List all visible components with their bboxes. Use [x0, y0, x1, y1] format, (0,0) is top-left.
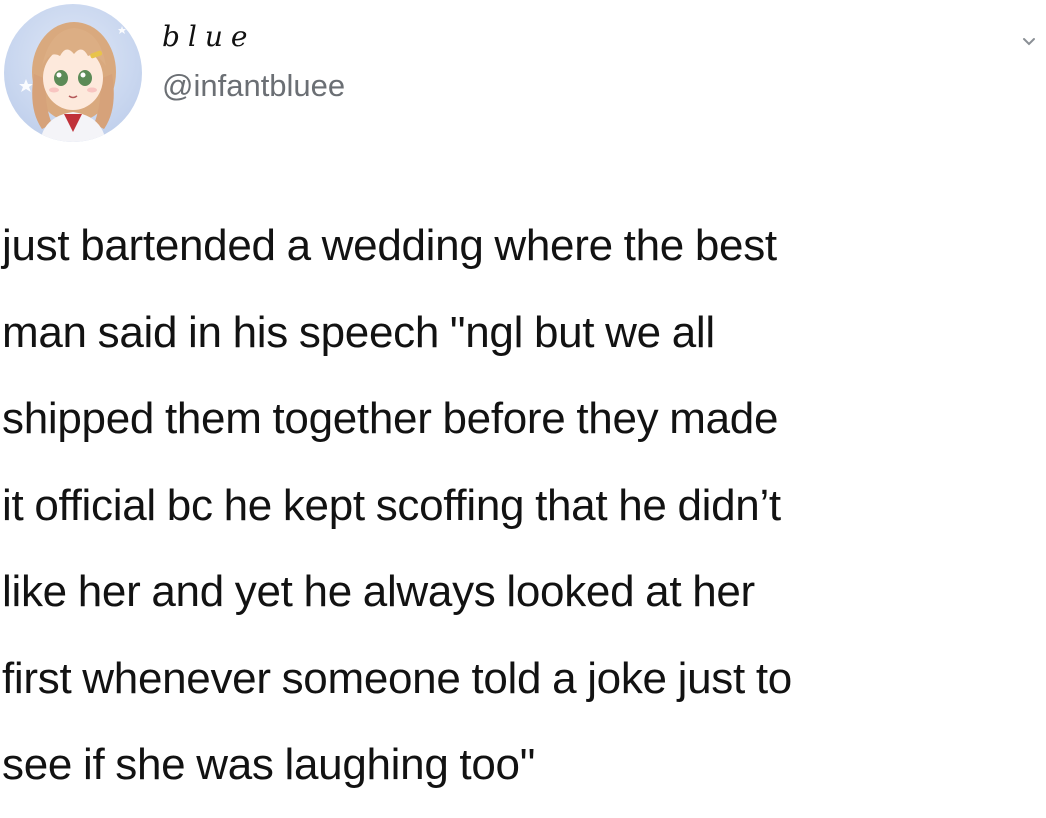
avatar[interactable]	[4, 4, 142, 142]
tweet-header: blue @infantbluee	[4, 4, 1044, 144]
display-name[interactable]: blue	[162, 20, 345, 54]
anime-girl-avatar-icon	[19, 22, 126, 142]
author-names: blue @infantbluee	[162, 20, 345, 104]
tweet-text: just bartended a wedding where the best …	[2, 221, 792, 789]
tweet-card: blue @infantbluee just bartended a weddi…	[0, 0, 1046, 818]
chevron-down-icon[interactable]	[1020, 32, 1038, 50]
user-handle[interactable]: @infantbluee	[162, 68, 345, 104]
